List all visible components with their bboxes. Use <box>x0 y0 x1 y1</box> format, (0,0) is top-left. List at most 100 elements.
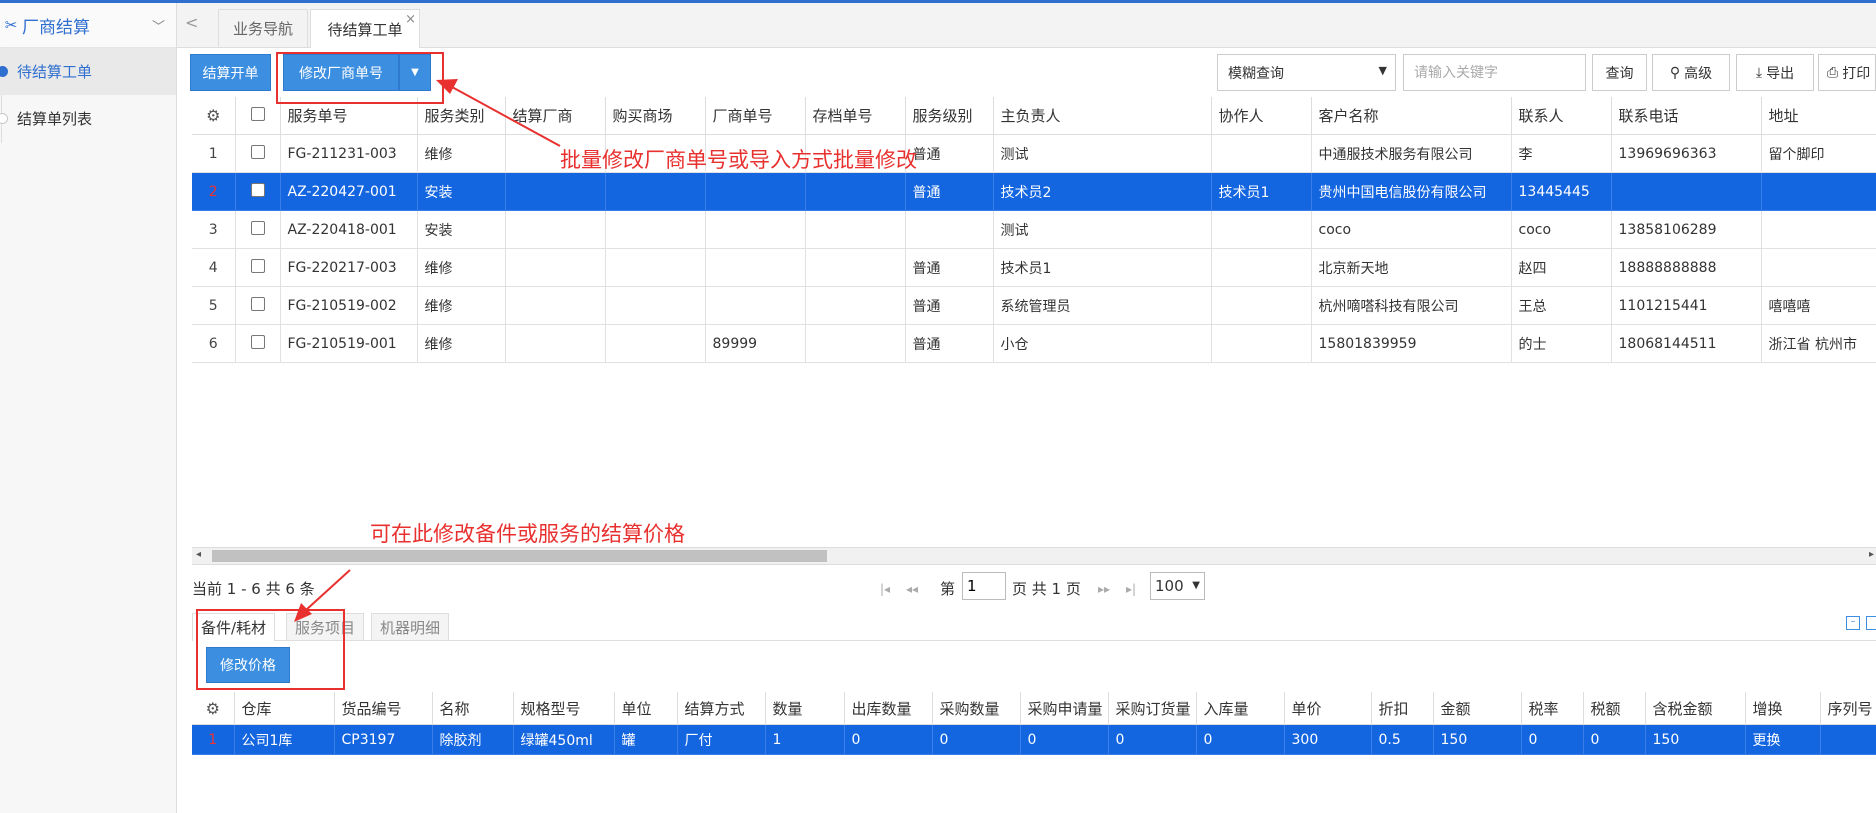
table-cell[interactable]: 除胶剂 <box>432 724 514 755</box>
column-header[interactable]: 协作人 <box>1211 97 1312 135</box>
advanced-button[interactable]: ⚲ 高级 <box>1652 54 1730 91</box>
table-cell: 技术员1 <box>993 248 1212 287</box>
last-page-icon[interactable]: ▸| <box>1126 582 1136 596</box>
tab-pending-orders[interactable]: 待结算工单 × <box>310 9 420 48</box>
table-cell[interactable]: 0.5 <box>1371 724 1434 755</box>
column-header[interactable]: 数量 <box>765 692 845 725</box>
tab-machine-details[interactable]: 机器明细 <box>371 613 450 640</box>
chevron-down-icon[interactable]: ﹀ <box>152 16 176 35</box>
row-checkbox[interactable] <box>235 210 281 249</box>
table-cell[interactable]: 0 <box>1521 724 1584 755</box>
scroll-right-icon[interactable]: ▸ <box>1869 549 1874 560</box>
column-header[interactable]: 入库量 <box>1196 692 1285 725</box>
column-header[interactable]: 联系电话 <box>1611 97 1762 135</box>
table-cell: FG-211231-003 <box>280 134 418 173</box>
minimize-icon[interactable]: – <box>1846 616 1860 630</box>
gear-icon[interactable]: ⚙ <box>192 97 236 135</box>
table-cell[interactable]: 150 <box>1645 724 1746 755</box>
row-checkbox[interactable] <box>235 134 281 173</box>
page-size-select[interactable]: 100 ▼ <box>1150 572 1205 600</box>
gear-icon[interactable]: ⚙ <box>192 692 235 725</box>
first-page-icon[interactable]: |◂ <box>880 582 890 596</box>
column-header[interactable]: 单位 <box>614 692 678 725</box>
table-cell[interactable]: 300 <box>1284 724 1372 755</box>
select-all-checkbox[interactable] <box>235 97 281 135</box>
keyword-input[interactable] <box>1403 54 1586 91</box>
prev-page-icon[interactable]: ◂◂ <box>906 582 918 596</box>
column-header[interactable]: 税率 <box>1521 692 1584 725</box>
export-button[interactable]: ⤓ 导出 <box>1736 54 1814 91</box>
column-header[interactable]: 名称 <box>432 692 514 725</box>
sidebar-header[interactable]: ✂ 厂商结算 ﹀ <box>0 3 176 48</box>
table-cell[interactable]: 1 <box>765 724 845 755</box>
column-header[interactable]: 主负责人 <box>993 97 1212 135</box>
table-cell[interactable]: 0 <box>932 724 1021 755</box>
sidebar-item-pending-orders[interactable]: 待结算工单 <box>0 48 176 95</box>
column-header[interactable]: 地址 <box>1761 97 1876 135</box>
horizontal-scrollbar[interactable]: ◂ ▸ <box>192 547 1876 565</box>
column-header[interactable]: 服务级别 <box>905 97 994 135</box>
sidebar-item-settlement-list[interactable]: 结算单列表 <box>0 95 176 142</box>
column-header[interactable]: 采购订货量 <box>1108 692 1197 725</box>
column-header[interactable]: 单价 <box>1284 692 1372 725</box>
column-header[interactable]: 仓库 <box>234 692 335 725</box>
row-checkbox[interactable] <box>235 248 281 287</box>
column-header[interactable]: 采购申请量 <box>1020 692 1109 725</box>
row-checkbox[interactable] <box>235 286 281 325</box>
table-cell <box>805 286 906 325</box>
tab-business-nav[interactable]: 业务导航 <box>218 9 308 47</box>
table-row[interactable]: 1 FG-211231-003 维修 普通 测试 中通服技术服务有限公司李 13969696… <box>192 134 1876 173</box>
column-header[interactable]: 结算厂商 <box>505 97 606 135</box>
table-row[interactable]: 2 AZ-220427-001 安装 普通 技术员2 技术员1 贵州中国电信股份有限公司 13… <box>192 172 1876 211</box>
column-header[interactable]: 出库数量 <box>844 692 933 725</box>
column-header[interactable]: 税额 <box>1583 692 1646 725</box>
page-number-input[interactable] <box>962 572 1006 600</box>
column-header[interactable]: 金额 <box>1433 692 1522 725</box>
table-row[interactable]: 3 AZ-220418-001 安装 测试 coco coco 13858106289 <box>192 210 1876 249</box>
close-icon[interactable]: × <box>405 12 416 27</box>
row-checkbox[interactable] <box>235 324 281 363</box>
tab-scroll-left-icon[interactable]: < <box>185 13 198 32</box>
settle-button[interactable]: 结算开单 <box>190 54 271 91</box>
column-header[interactable]: 含税金额 <box>1645 692 1746 725</box>
search-mode-select[interactable]: 模糊查询 ▼ <box>1217 54 1396 91</box>
table-row[interactable]: 4 FG-220217-003 维修 普通 技术员1 北京新天地 赵四 18888888888 <box>192 248 1876 287</box>
table-cell[interactable]: 厂付 <box>677 724 766 755</box>
table-cell[interactable]: 0 <box>1583 724 1646 755</box>
column-header[interactable]: 采购数量 <box>932 692 1021 725</box>
table-row[interactable]: 1 公司1库 CP3197 除胶剂 绿罐450ml 罐厂付 1 0 0 0 0 0 300 0.5 150 0… <box>192 724 1876 755</box>
column-header[interactable]: 结算方式 <box>677 692 766 725</box>
page-size-value: 100 <box>1155 577 1184 595</box>
table-row[interactable]: 5 FG-210519-002 维修 普通 系统管理员 杭州嘀嗒科技有限公司 王总 11012… <box>192 286 1876 325</box>
print-button[interactable]: ⎙ 打印 <box>1818 54 1876 91</box>
table-cell[interactable]: 0 <box>1196 724 1285 755</box>
table-cell[interactable]: 更换 <box>1745 724 1821 755</box>
table-cell[interactable]: 0 <box>844 724 933 755</box>
row-checkbox[interactable] <box>235 172 281 211</box>
table-cell[interactable]: 150 <box>1433 724 1522 755</box>
table-row[interactable]: 6 FG-210519-001 维修 89999 普通 小仓 15801839959 的士 18… <box>192 324 1876 363</box>
table-cell[interactable]: 罐 <box>614 724 678 755</box>
column-header[interactable]: 规格型号 <box>513 692 615 725</box>
column-header[interactable]: 折扣 <box>1371 692 1434 725</box>
column-header[interactable]: 存档单号 <box>805 97 906 135</box>
column-header[interactable]: 厂商单号 <box>705 97 806 135</box>
column-header[interactable]: 联系人 <box>1511 97 1612 135</box>
table-cell[interactable]: CP3197 <box>334 724 433 755</box>
column-header[interactable]: 客户名称 <box>1311 97 1512 135</box>
scrollbar-thumb[interactable] <box>212 550 827 562</box>
query-button[interactable]: 查询 <box>1592 54 1647 91</box>
table-cell[interactable]: 0 <box>1020 724 1109 755</box>
table-cell[interactable]: 0 <box>1108 724 1197 755</box>
table-cell[interactable]: 公司1库 <box>234 724 335 755</box>
table-cell[interactable] <box>1820 724 1876 755</box>
column-header[interactable]: 序列号 <box>1820 692 1876 725</box>
column-header[interactable]: 货品编号 <box>334 692 433 725</box>
tab-label: 机器明细 <box>380 618 441 637</box>
next-page-icon[interactable]: ▸▸ <box>1098 582 1110 596</box>
scroll-left-icon[interactable]: ◂ <box>196 549 201 560</box>
column-header[interactable]: 购买商场 <box>605 97 706 135</box>
maximize-icon[interactable] <box>1866 616 1876 630</box>
column-header[interactable]: 增换 <box>1745 692 1821 725</box>
table-cell[interactable]: 绿罐450ml <box>513 724 615 755</box>
